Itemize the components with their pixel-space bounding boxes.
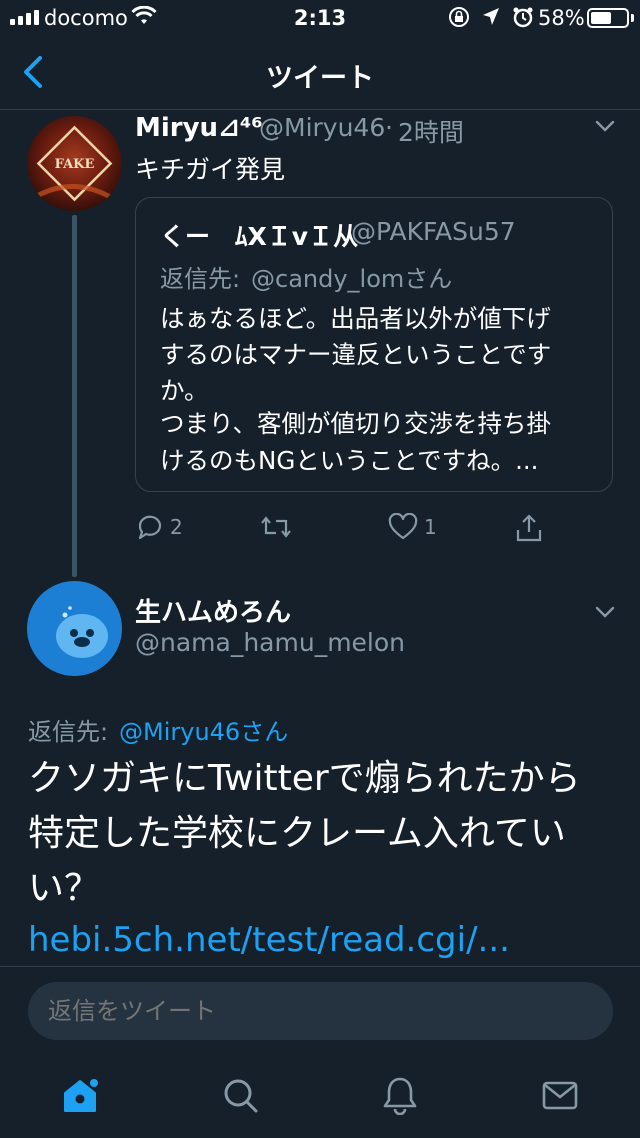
svg-text:FAKE: FAKE: [55, 157, 95, 172]
share-icon: [516, 514, 542, 542]
quoted-author-name: くー ﾑXＩvＩ从: [160, 222, 359, 251]
tab-home[interactable]: [60, 1075, 100, 1115]
reply-to-user[interactable]: @Miryu46さん: [119, 712, 288, 747]
tweet-text-line: い？: [28, 868, 101, 909]
avatar[interactable]: [27, 581, 122, 676]
tweet-text: キチガイ発見: [135, 155, 286, 184]
tweet-time: 2時間: [398, 118, 464, 147]
like-button[interactable]: 1: [388, 513, 437, 541]
share-button[interactable]: [515, 513, 543, 543]
reply-label: 返信先:: [28, 718, 109, 746]
author-handle[interactable]: @Miryu46: [259, 113, 385, 142]
author-name[interactable]: Miryu⊿⁴⁶: [135, 113, 263, 143]
reply-button[interactable]: 2: [136, 513, 183, 541]
quoted-text-line: するのはマナー違反ということです: [160, 340, 552, 369]
tab-notifications[interactable]: [380, 1075, 420, 1116]
quoted-text-line: はぁなるほど。出品者以外が値下げ: [160, 304, 551, 333]
chevron-down-icon: [595, 606, 615, 618]
battery-icon: [587, 8, 629, 28]
like-count: 1: [424, 515, 437, 539]
retweet-icon: [261, 516, 291, 538]
orientation-lock-icon: [449, 7, 469, 27]
avatar[interactable]: FAKE: [27, 116, 122, 211]
reply-to-user: @candy_lomさん: [251, 265, 453, 293]
tweet-menu-button[interactable]: [594, 118, 616, 138]
tab-messages[interactable]: [540, 1075, 580, 1115]
quoted-text-line: つまり、客側が値切り交渉を持ち掛: [160, 409, 552, 438]
location-icon: [483, 8, 499, 25]
separator: ·: [385, 113, 393, 142]
tweet-text-line: 特定した学校にクレーム入れてい: [28, 813, 566, 854]
quoted-text-line: けるのもNGということですね。...: [160, 446, 539, 475]
chevron-down-icon: [595, 120, 615, 132]
reply-input[interactable]: [28, 982, 613, 1040]
bell-icon: [383, 1077, 417, 1116]
tab-search[interactable]: [220, 1075, 260, 1115]
tweet-menu-button[interactable]: [594, 604, 616, 624]
page-title: ツイート: [266, 63, 374, 94]
home-icon: [64, 1079, 98, 1112]
tweet-text-line: クソガキにTwitterで煽られたから: [28, 758, 581, 799]
heart-icon: [388, 513, 418, 540]
comment-icon: [138, 515, 162, 540]
reply-count: 2: [170, 515, 183, 539]
thread-line: [72, 215, 77, 577]
retweet-button[interactable]: [260, 513, 292, 541]
status-bar: docomo 2:13 58%: [0, 0, 640, 36]
reply-label: 返信先:: [160, 265, 241, 293]
mail-icon: [542, 1081, 578, 1110]
author-handle[interactable]: @nama_hamu_melon: [135, 628, 405, 657]
navigation-bar: ツイート: [0, 36, 640, 110]
quoted-author-handle: @PAKFASu57: [351, 217, 516, 246]
tweet-link[interactable]: hebi.5ch.net/test/read.cgi/...: [28, 920, 510, 960]
author-name[interactable]: 生ハムめろん: [135, 592, 291, 629]
alarm-icon: [513, 7, 533, 28]
battery-percent: 58%: [538, 6, 585, 30]
search-icon: [224, 1079, 258, 1113]
